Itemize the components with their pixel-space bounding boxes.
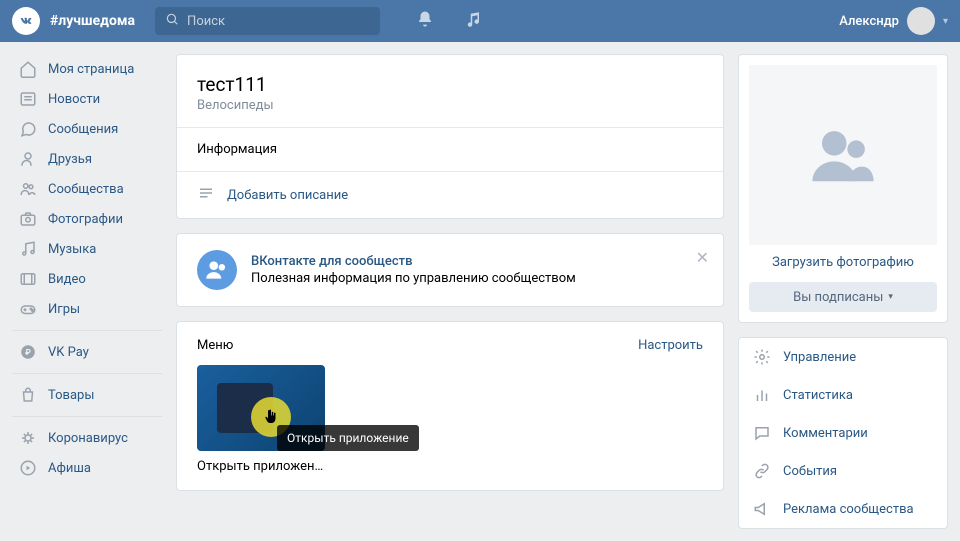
edit-icon: [197, 184, 215, 206]
close-icon[interactable]: ✕: [696, 248, 709, 267]
photo-card: Загрузить фотографию Вы подписаны ▾: [738, 54, 948, 323]
play-icon: [18, 459, 38, 477]
nav-separator: [12, 330, 162, 331]
nav-news[interactable]: Новости: [12, 84, 162, 114]
nav-video[interactable]: Видео: [12, 264, 162, 294]
chevron-down-icon: ▾: [888, 292, 893, 302]
rm-comments[interactable]: Комментарии: [739, 414, 947, 452]
nav-label: Музыка: [48, 242, 96, 257]
svg-text:₽: ₽: [25, 348, 31, 358]
nav-separator: [12, 373, 162, 374]
add-description-label: Добавить описание: [227, 188, 348, 203]
megaphone-icon: [753, 500, 771, 518]
rm-label: Управление: [783, 350, 856, 365]
app-tile[interactable]: Открыть приложение: [197, 365, 325, 451]
camera-icon: [18, 210, 38, 228]
nav-messages[interactable]: Сообщения: [12, 114, 162, 144]
communities-icon: [18, 180, 38, 198]
music-nav-icon: [18, 240, 38, 258]
rm-label: Реклама сообщества: [783, 502, 914, 517]
nav-label: Фотографии: [48, 212, 123, 227]
nav-label: Новости: [48, 92, 100, 107]
music-icon[interactable]: [464, 10, 482, 32]
user-menu[interactable]: Алексндр ▾: [839, 7, 948, 35]
promo-text: Полезная информация по управлению сообще…: [251, 271, 576, 286]
rm-label: Комментарии: [783, 426, 868, 441]
nav-label: Друзья: [48, 152, 92, 167]
nav-label: VK Pay: [48, 345, 89, 360]
nav-label: Товары: [48, 388, 94, 403]
nav-separator: [12, 416, 162, 417]
friends-icon: [18, 150, 38, 168]
app-label[interactable]: Открыть приложен…: [197, 459, 325, 474]
nav-my-page[interactable]: Моя страница: [12, 54, 162, 84]
comment-icon: [753, 424, 771, 442]
group-category: Велосипеды: [197, 98, 703, 113]
subscribed-label: Вы подписаны: [793, 290, 883, 305]
info-section-label: Информация: [177, 127, 723, 171]
rm-label: Статистика: [783, 388, 853, 403]
avatar: [907, 7, 935, 35]
nav-friends[interactable]: Друзья: [12, 144, 162, 174]
right-column: Загрузить фотографию Вы подписаны ▾ Упра…: [738, 54, 948, 529]
games-icon: [18, 300, 38, 318]
nav-communities[interactable]: Сообщества: [12, 174, 162, 204]
search-icon: [165, 12, 179, 30]
user-name-label: Алексндр: [839, 14, 899, 29]
menu-card: Меню Настроить Открыть приложение Открыт…: [176, 321, 724, 491]
top-header: #лучшедома Алексндр ▾: [0, 0, 960, 42]
subscribed-button[interactable]: Вы подписаны ▾: [749, 282, 937, 312]
nav-label: Игры: [48, 302, 80, 317]
rm-events[interactable]: События: [739, 452, 947, 490]
vkpay-icon: ₽: [18, 343, 38, 361]
group-title: тест111: [197, 73, 703, 96]
virus-icon: [18, 429, 38, 447]
messages-icon: [18, 120, 38, 138]
chevron-down-icon: ▾: [943, 16, 948, 27]
promo-card[interactable]: ВКонтакте для сообществ Полезная информа…: [176, 233, 724, 307]
tooltip: Открыть приложение: [277, 425, 419, 451]
group-header-card: тест111 Велосипеды Информация Добавить о…: [176, 54, 724, 219]
search-box[interactable]: [155, 7, 380, 35]
menu-title: Меню: [197, 338, 233, 353]
nav-games[interactable]: Игры: [12, 294, 162, 324]
vk-logo[interactable]: [12, 7, 40, 35]
nav-afisha[interactable]: Афиша: [12, 453, 162, 483]
add-description[interactable]: Добавить описание: [177, 171, 723, 218]
community-promo-icon: [197, 250, 237, 290]
manage-menu: Управление Статистика Комментарии Событи…: [738, 337, 948, 529]
home-icon: [18, 60, 38, 78]
nav-music[interactable]: Музыка: [12, 234, 162, 264]
link-icon: [753, 462, 771, 480]
notifications-icon[interactable]: [416, 10, 434, 32]
stats-icon: [753, 386, 771, 404]
nav-vkpay[interactable]: ₽ VK Pay: [12, 337, 162, 367]
rm-ads[interactable]: Реклама сообщества: [739, 490, 947, 528]
nav-label: Видео: [48, 272, 86, 287]
left-sidebar: Моя страница Новости Сообщения Друзья Со…: [12, 54, 162, 529]
gear-icon: [753, 348, 771, 366]
nav-goods[interactable]: Товары: [12, 380, 162, 410]
main-column: тест111 Велосипеды Информация Добавить о…: [176, 54, 724, 529]
nav-label: Афиша: [48, 461, 91, 476]
news-icon: [18, 90, 38, 108]
nav-label: Сообщения: [48, 122, 118, 137]
goods-icon: [18, 386, 38, 404]
nav-corona[interactable]: Коронавирус: [12, 423, 162, 453]
photo-placeholder: [749, 65, 937, 245]
menu-configure-link[interactable]: Настроить: [638, 338, 703, 353]
upload-photo-link[interactable]: Загрузить фотографию: [749, 245, 937, 274]
nav-label: Коронавирус: [48, 431, 128, 446]
video-icon: [18, 270, 38, 288]
promo-title: ВКонтакте для сообществ: [251, 254, 576, 269]
rm-manage[interactable]: Управление: [739, 338, 947, 376]
nav-photos[interactable]: Фотографии: [12, 204, 162, 234]
rm-stats[interactable]: Статистика: [739, 376, 947, 414]
nav-label: Сообщества: [48, 182, 124, 197]
header-hashtag[interactable]: #лучшедома: [50, 13, 135, 29]
rm-label: События: [783, 464, 837, 479]
search-input[interactable]: [187, 14, 370, 29]
nav-label: Моя страница: [48, 62, 134, 77]
